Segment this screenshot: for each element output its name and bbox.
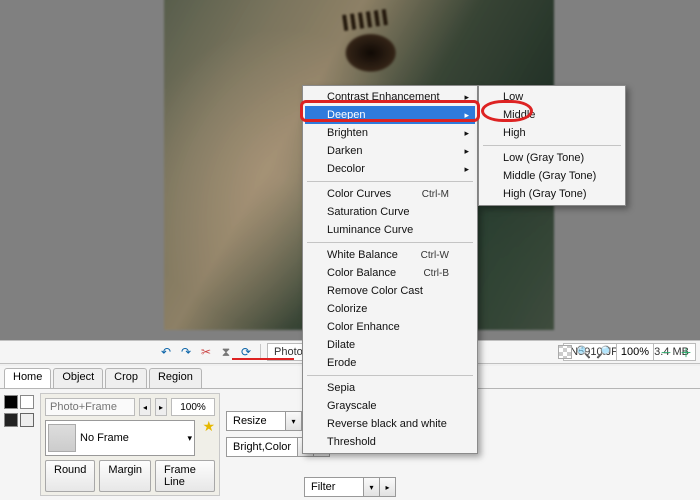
- swatch-white[interactable]: [20, 395, 34, 409]
- menu-item[interactable]: Sepia: [305, 379, 475, 397]
- frame-prev-button[interactable]: ◂: [139, 398, 151, 416]
- menu-item[interactable]: Decolor: [305, 160, 475, 178]
- menu-item[interactable]: Colorize: [305, 300, 475, 318]
- menu-item[interactable]: Remove Color Cast: [305, 282, 475, 300]
- tab-crop[interactable]: Crop: [105, 368, 147, 388]
- context-submenu[interactable]: LowMiddleHigh Low (Gray Tone)Middle (Gray…: [478, 85, 626, 206]
- menu-separator: [483, 145, 621, 146]
- menu-item[interactable]: Darken: [305, 142, 475, 160]
- frame-search-input[interactable]: [45, 398, 135, 416]
- swatch-dark[interactable]: [4, 413, 18, 427]
- menu-separator: [307, 375, 473, 376]
- menu-item[interactable]: Color BalanceCtrl-B: [305, 264, 475, 282]
- frame-line-button[interactable]: Frame Line: [155, 460, 215, 492]
- frame-next-button[interactable]: ▸: [155, 398, 167, 416]
- frame-selected-label: No Frame: [80, 432, 129, 444]
- menu-item[interactable]: Deepen: [305, 106, 475, 124]
- menu-item[interactable]: Threshold: [305, 433, 475, 451]
- menu-item[interactable]: Erode: [305, 354, 475, 372]
- menu-separator: [307, 242, 473, 243]
- menu-item[interactable]: Low: [481, 88, 623, 106]
- menu-item[interactable]: High: [481, 124, 623, 142]
- menu-separator: [307, 181, 473, 182]
- tab-object[interactable]: Object: [53, 368, 103, 388]
- round-button[interactable]: Round: [45, 460, 95, 492]
- frame-panel: ◂ ▸ 100% No Frame ▾ ★ Round Margin Frame…: [40, 393, 220, 496]
- undo-icon[interactable]: ↶: [158, 344, 174, 360]
- menu-shortcut: Ctrl-B: [423, 268, 449, 279]
- redo-icon[interactable]: ↷: [178, 344, 194, 360]
- menu-item[interactable]: Grayscale: [305, 397, 475, 415]
- annotation-underline: [232, 358, 294, 360]
- swatch-gray[interactable]: [20, 413, 34, 427]
- frame-dropdown[interactable]: No Frame ▾: [45, 420, 195, 456]
- menu-shortcut: Ctrl-M: [422, 189, 449, 200]
- star-icon[interactable]: ★: [202, 418, 215, 435]
- menu-item[interactable]: Brighten: [305, 124, 475, 142]
- menu-item[interactable]: White BalanceCtrl-W: [305, 246, 475, 264]
- checker-icon[interactable]: [558, 345, 572, 359]
- context-menu[interactable]: Contrast EnhancementDeepenBrightenDarken…: [302, 85, 478, 454]
- menu-item[interactable]: Dilate: [305, 336, 475, 354]
- view-tools: 🔍 🔎 100% － ＋: [558, 343, 694, 361]
- cut-icon[interactable]: ✂: [198, 344, 214, 360]
- frame-thumb: [48, 424, 76, 452]
- menu-item[interactable]: Saturation Curve: [305, 203, 475, 221]
- menu-item[interactable]: High (Gray Tone): [481, 185, 623, 203]
- menu-item[interactable]: Luminance Curve: [305, 221, 475, 239]
- menu-item[interactable]: Low (Gray Tone): [481, 149, 623, 167]
- filter-combo[interactable]: Filter▾▸: [304, 477, 396, 497]
- menu-item[interactable]: Middle (Gray Tone): [481, 167, 623, 185]
- menu-item[interactable]: Color CurvesCtrl-M: [305, 185, 475, 203]
- menu-item[interactable]: Middle: [481, 106, 623, 124]
- margin-button[interactable]: Margin: [99, 460, 151, 492]
- tab-home[interactable]: Home: [4, 368, 51, 388]
- zoom-in-icon[interactable]: ＋: [678, 344, 694, 360]
- zoom-actual-icon[interactable]: 🔎: [596, 344, 612, 360]
- swatch-black[interactable]: [4, 395, 18, 409]
- color-swatches: [4, 393, 34, 496]
- frame-percent: 100%: [171, 398, 215, 416]
- zoom-level[interactable]: 100%: [616, 343, 654, 361]
- tab-region[interactable]: Region: [149, 368, 202, 388]
- zoom-fit-icon[interactable]: 🔍: [576, 344, 592, 360]
- menu-shortcut: Ctrl-W: [421, 250, 449, 261]
- menu-item[interactable]: Color Enhance: [305, 318, 475, 336]
- menu-item[interactable]: Contrast Enhancement: [305, 88, 475, 106]
- menu-item[interactable]: Reverse black and white: [305, 415, 475, 433]
- zoom-out-icon[interactable]: －: [658, 344, 674, 360]
